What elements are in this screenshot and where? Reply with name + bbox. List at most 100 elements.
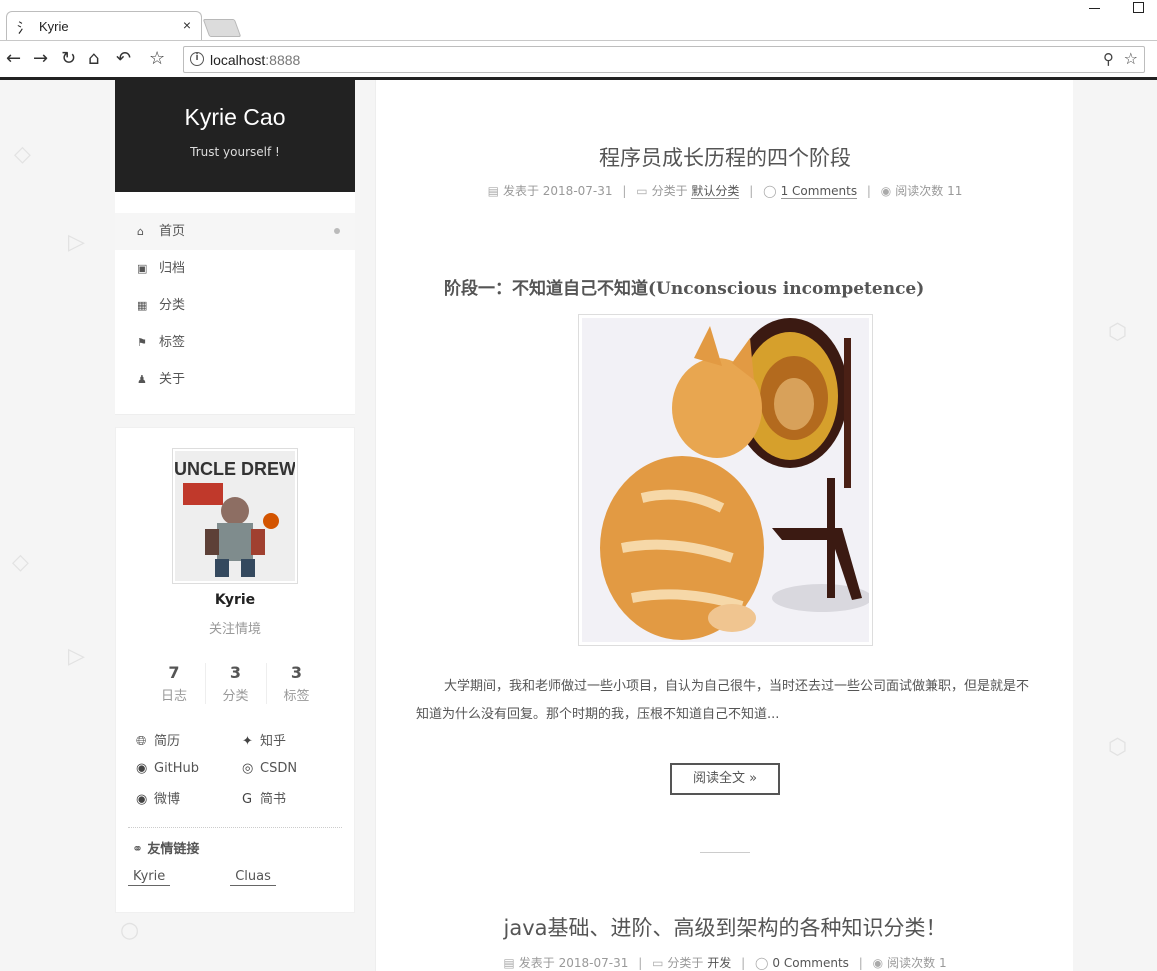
friend-link[interactable]: Cluas xyxy=(230,869,276,886)
link-label: 微博 xyxy=(154,792,181,807)
menu-item-categories[interactable]: ▦ 分类 xyxy=(115,287,355,324)
post-views: 11 xyxy=(947,184,963,198)
site-menu: ⌂ 首页 ▣ 归档 ▦ 分类 ⚑ 标签 ♟ 关于 xyxy=(115,192,355,415)
bookmark-star-icon[interactable]: ☆ xyxy=(149,49,165,69)
link-label: 简历 xyxy=(154,734,181,749)
link-csdn[interactable]: ◎ CSDN xyxy=(242,761,348,776)
reload-icon[interactable]: ↻ xyxy=(61,49,76,69)
info-icon[interactable]: i xyxy=(190,52,204,66)
link-github[interactable]: ◉ GitHub xyxy=(136,761,242,776)
twitter-icon: ✦ xyxy=(242,734,253,749)
menu-item-about[interactable]: ♟ 关于 xyxy=(115,361,355,398)
zoom-icon[interactable]: ⚲ xyxy=(1103,50,1114,68)
link-weibo[interactable]: ◉ 微博 xyxy=(136,788,242,807)
github-icon: ◉ xyxy=(136,761,148,776)
globe-icon: 🌐︎ xyxy=(136,734,147,749)
profile-description: 关注情境 xyxy=(208,622,261,637)
stat-number: 3 xyxy=(290,663,303,682)
eye-icon: ◉ xyxy=(880,184,892,198)
chrome-icon: ◎ xyxy=(242,761,254,776)
link-jianshu[interactable]: G 简书 xyxy=(242,788,348,807)
post-heading: 阶段一：不知道自己不知道(Unconscious incompetence) xyxy=(444,279,925,299)
calendar-icon: ▤ xyxy=(487,184,499,198)
category-label: 分类于 xyxy=(651,184,688,198)
friend-link[interactable]: Kyrie xyxy=(128,869,171,886)
sidebar: Kyrie Cao Trust yourself ! ⌂ 首页 ▣ 归档 ▦ 分类 ⚑… xyxy=(115,80,355,913)
menu-item-home[interactable]: ⌂ 首页 xyxy=(115,213,355,250)
link-zhihu[interactable]: ✦ 知乎 xyxy=(242,730,348,749)
tags-icon: ⚑ xyxy=(137,336,147,349)
comment-icon: ◯ xyxy=(754,956,769,970)
stat-posts[interactable]: 7 日志 xyxy=(144,663,205,704)
star-icon[interactable]: ☆ xyxy=(1124,49,1138,68)
link-label: 简书 xyxy=(260,792,287,807)
friend-links: ⚭ 友情链接 Kyrie Cluas xyxy=(128,827,342,886)
weibo-icon: ◉ xyxy=(136,792,148,807)
grid-icon: ▦ xyxy=(137,299,148,312)
meta-separator: | xyxy=(749,184,754,198)
menu-item-label: 关于 xyxy=(159,372,186,387)
url-text: localhost:8888 xyxy=(210,52,300,68)
meta-separator: | xyxy=(858,956,863,970)
profile-name: Kyrie xyxy=(214,592,256,608)
tab-title: Kyrie xyxy=(39,19,69,34)
browser-tab[interactable]: 氵 Kyrie × xyxy=(6,11,202,41)
post-category[interactable]: 默认分类 xyxy=(691,184,740,199)
minimize-icon[interactable] xyxy=(1089,8,1100,9)
folder-icon: ▭ xyxy=(636,184,648,198)
undo-icon[interactable]: ↶ xyxy=(116,49,131,69)
link-chain-icon: ⚭ xyxy=(132,842,148,857)
social-links: 🌐︎ 简历 ✦ 知乎 ◉ GitHub ◎ CSDN ◉ 微博 G 简书 xyxy=(128,730,342,807)
menu-item-archive[interactable]: ▣ 归档 xyxy=(115,250,355,287)
post-category[interactable]: 开发 xyxy=(707,956,731,970)
cat-mirror-lion-image xyxy=(582,318,869,642)
browser-toolbar: ← → ↻ ⌂ ↶ ☆ i localhost:8888 ⚲ ☆ xyxy=(0,40,1157,77)
home-icon[interactable]: ⌂ xyxy=(88,49,99,69)
site-brand: Kyrie Cao Trust yourself ! xyxy=(115,80,355,192)
site-title[interactable]: Kyrie Cao xyxy=(115,80,355,131)
meta-separator: | xyxy=(638,956,643,970)
site-subtitle: Trust yourself ! xyxy=(190,145,280,159)
views-label: 阅读次数 xyxy=(895,184,944,198)
read-more-button[interactable]: 阅读全文 » xyxy=(670,763,780,795)
post-comments[interactable]: 0 Comments xyxy=(772,956,849,970)
forward-icon[interactable]: → xyxy=(33,49,48,69)
eye-icon: ◉ xyxy=(872,956,884,970)
stat-label: 日志 xyxy=(160,689,187,704)
post-date: 2018-07-31 xyxy=(542,184,613,198)
menu-item-tags[interactable]: ⚑ 标签 xyxy=(115,324,355,361)
meta-separator: | xyxy=(741,956,746,970)
main-content: 程序员成长历程的四个阶段 ▤ 发表于 2018-07-31 | ▭ 分类于 默认分类… xyxy=(375,80,1073,971)
link-resume[interactable]: 🌐︎ 简历 xyxy=(136,730,242,749)
address-bar[interactable]: i localhost:8888 ⚲ ☆ xyxy=(183,46,1145,73)
triangle-decoration-icon: ▷ xyxy=(68,230,85,255)
maximize-icon[interactable] xyxy=(1133,2,1144,13)
circle-decoration-icon: ○ xyxy=(120,918,140,943)
friend-links-title: 友情链接 xyxy=(147,842,200,857)
stat-label: 标签 xyxy=(283,689,310,704)
post-title[interactable]: 程序员成长历程的四个阶段 xyxy=(376,142,1074,172)
url-host: localhost xyxy=(210,52,266,68)
menu-item-label: 分类 xyxy=(159,298,186,313)
stat-categories[interactable]: 3 分类 xyxy=(204,663,266,704)
meta-separator: | xyxy=(866,184,871,198)
hexagon-decoration-icon: ⬡ xyxy=(1108,735,1128,760)
post-excerpt: 大学期间，我和老师做过一些小项目，自认为自己很牛，当时还去过一些公司面试做兼职，… xyxy=(416,679,1030,722)
post-comments[interactable]: 1 Comments xyxy=(780,184,858,199)
post-title[interactable]: java基础、进阶、高级到架构的各种知识分类！ xyxy=(376,912,1074,942)
hexagon-decoration-icon: ⬡ xyxy=(1108,320,1128,345)
avatar-image: UNCLE DREW xyxy=(175,451,295,581)
back-icon[interactable]: ← xyxy=(6,49,21,69)
avatar-text: UNCLE DREW xyxy=(175,459,295,479)
new-tab-button[interactable] xyxy=(202,19,242,37)
menu-item-label: 首页 xyxy=(159,224,186,239)
page: ◇ ▷ ◇ ▷ ○ ⬡ ⬡ Kyrie Cao Trust yourself !… xyxy=(0,80,1157,971)
friend-links-heading: ⚭ 友情链接 xyxy=(128,838,342,857)
post-date: 2018-07-31 xyxy=(558,956,629,970)
active-dot xyxy=(334,228,340,234)
archive-icon: ▣ xyxy=(137,262,148,275)
post-image xyxy=(578,314,873,646)
google-icon: G xyxy=(242,792,253,807)
close-tab-icon[interactable]: × xyxy=(183,17,191,33)
stat-tags[interactable]: 3 标签 xyxy=(265,663,327,704)
